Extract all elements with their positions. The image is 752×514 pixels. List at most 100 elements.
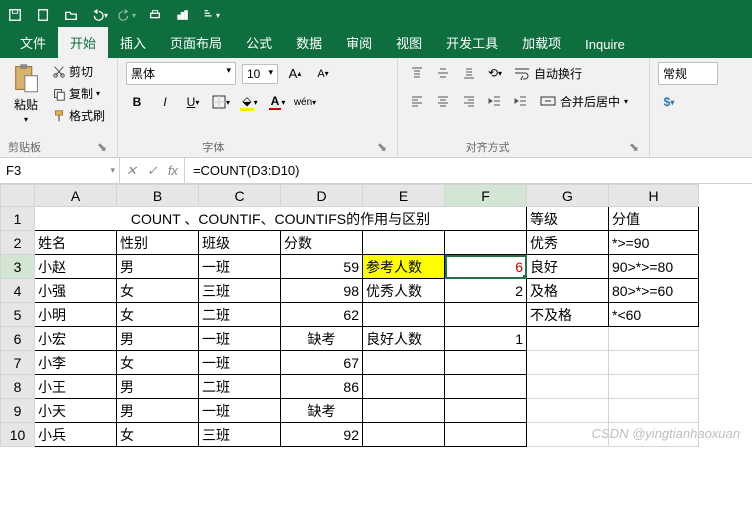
cell-C5[interactable]: 二班 bbox=[199, 303, 281, 327]
font-launcher-icon[interactable]: ⬊ bbox=[377, 140, 389, 152]
tab-insert[interactable]: 插入 bbox=[108, 27, 158, 58]
cell-F9[interactable] bbox=[445, 399, 527, 423]
worksheet-grid[interactable]: A B C D E F G H 1 COUNT 、COUNTIF、COUNTIF… bbox=[0, 184, 752, 447]
undo-icon[interactable]: ▾ bbox=[90, 6, 108, 24]
cell-A2[interactable]: 姓名 bbox=[35, 231, 117, 255]
format-painter-button[interactable]: 格式刷 bbox=[50, 106, 107, 125]
fx-icon[interactable]: fx bbox=[168, 163, 178, 178]
cell-D10[interactable]: 92 bbox=[281, 423, 363, 447]
decrease-indent-icon[interactable] bbox=[484, 90, 506, 112]
colhead-A[interactable]: A bbox=[35, 185, 117, 207]
cell-H10[interactable] bbox=[609, 423, 699, 447]
cell-C9[interactable]: 一班 bbox=[199, 399, 281, 423]
cell-D8[interactable]: 86 bbox=[281, 375, 363, 399]
cell-A4[interactable]: 小强 bbox=[35, 279, 117, 303]
cell-E8[interactable] bbox=[363, 375, 445, 399]
cell-F4[interactable]: 2 bbox=[445, 279, 527, 303]
rowhead-4[interactable]: 4 bbox=[1, 279, 35, 303]
align-right-icon[interactable] bbox=[458, 90, 480, 112]
cell-F7[interactable] bbox=[445, 351, 527, 375]
align-top-icon[interactable] bbox=[406, 62, 428, 84]
cell-H6[interactable] bbox=[609, 327, 699, 351]
cell-F2[interactable] bbox=[445, 231, 527, 255]
cell-C8[interactable]: 二班 bbox=[199, 375, 281, 399]
colhead-G[interactable]: G bbox=[527, 185, 609, 207]
bold-button[interactable]: B bbox=[126, 91, 148, 113]
cell-A6[interactable]: 小宏 bbox=[35, 327, 117, 351]
currency-icon[interactable]: $▾ bbox=[658, 91, 680, 113]
cell-H7[interactable] bbox=[609, 351, 699, 375]
cell-D5[interactable]: 62 bbox=[281, 303, 363, 327]
cell-E4[interactable]: 优秀人数 bbox=[363, 279, 445, 303]
cell-H9[interactable] bbox=[609, 399, 699, 423]
cell-G9[interactable] bbox=[527, 399, 609, 423]
cell-B4[interactable]: 女 bbox=[117, 279, 199, 303]
cell-G2[interactable]: 优秀 bbox=[527, 231, 609, 255]
cell-D7[interactable]: 67 bbox=[281, 351, 363, 375]
rowhead-1[interactable]: 1 bbox=[1, 207, 35, 231]
cell-B7[interactable]: 女 bbox=[117, 351, 199, 375]
font-color-button[interactable]: A▾ bbox=[266, 91, 288, 113]
clipboard-launcher-icon[interactable]: ⬊ bbox=[97, 140, 109, 152]
cell-G3[interactable]: 良好 bbox=[527, 255, 609, 279]
cell-E5[interactable] bbox=[363, 303, 445, 327]
cell-E3[interactable]: 参考人数 bbox=[363, 255, 445, 279]
cell-B2[interactable]: 性别 bbox=[117, 231, 199, 255]
cell-B10[interactable]: 女 bbox=[117, 423, 199, 447]
chart-icon[interactable] bbox=[174, 6, 192, 24]
cell-B8[interactable]: 男 bbox=[117, 375, 199, 399]
font-size-select[interactable]: 10 ▾ bbox=[242, 64, 278, 84]
cell-G8[interactable] bbox=[527, 375, 609, 399]
cell-C10[interactable]: 三班 bbox=[199, 423, 281, 447]
redo-icon[interactable]: ▾ bbox=[118, 6, 136, 24]
cell-G4[interactable]: 及格 bbox=[527, 279, 609, 303]
italic-button[interactable]: I bbox=[154, 91, 176, 113]
cell-F3[interactable]: 6 bbox=[445, 255, 527, 279]
cell-D4[interactable]: 98 bbox=[281, 279, 363, 303]
align-center-icon[interactable] bbox=[432, 90, 454, 112]
cell-A9[interactable]: 小天 bbox=[35, 399, 117, 423]
cell-A7[interactable]: 小李 bbox=[35, 351, 117, 375]
cell-C3[interactable]: 一班 bbox=[199, 255, 281, 279]
cell-C7[interactable]: 一班 bbox=[199, 351, 281, 375]
cell-C6[interactable]: 一班 bbox=[199, 327, 281, 351]
print-icon[interactable] bbox=[146, 6, 164, 24]
cell-B3[interactable]: 男 bbox=[117, 255, 199, 279]
cell-F6[interactable]: 1 bbox=[445, 327, 527, 351]
cell-H2[interactable]: *>=90 bbox=[609, 231, 699, 255]
underline-button[interactable]: U▾ bbox=[182, 91, 204, 113]
cell-A10[interactable]: 小兵 bbox=[35, 423, 117, 447]
tab-home[interactable]: 开始 bbox=[58, 27, 108, 58]
cell-E10[interactable] bbox=[363, 423, 445, 447]
fill-color-button[interactable]: ⬙▾ bbox=[238, 91, 260, 113]
orientation-icon[interactable]: ⟲▾ bbox=[484, 62, 506, 84]
colhead-D[interactable]: D bbox=[281, 185, 363, 207]
cell-E2[interactable] bbox=[363, 231, 445, 255]
increase-indent-icon[interactable] bbox=[510, 90, 532, 112]
accept-formula-icon[interactable]: ✓ bbox=[147, 163, 158, 179]
colhead-B[interactable]: B bbox=[117, 185, 199, 207]
rowhead-7[interactable]: 7 bbox=[1, 351, 35, 375]
borders-button[interactable]: ▾ bbox=[210, 91, 232, 113]
paste-button[interactable]: 粘贴 ▾ bbox=[8, 62, 44, 124]
font-name-select[interactable]: 黑体 ▾ bbox=[126, 62, 236, 85]
align-middle-icon[interactable] bbox=[432, 62, 454, 84]
tab-data[interactable]: 数据 bbox=[284, 27, 334, 58]
cell-H1[interactable]: 分值 bbox=[609, 207, 699, 231]
cell-B5[interactable]: 女 bbox=[117, 303, 199, 327]
tab-addins[interactable]: 加载项 bbox=[510, 27, 573, 58]
align-left-icon[interactable] bbox=[406, 90, 428, 112]
cell-H4[interactable]: 80>*>=60 bbox=[609, 279, 699, 303]
colhead-C[interactable]: C bbox=[199, 185, 281, 207]
number-format-select[interactable]: 常规 bbox=[658, 62, 718, 85]
rowhead-8[interactable]: 8 bbox=[1, 375, 35, 399]
rowhead-5[interactable]: 5 bbox=[1, 303, 35, 327]
cell-E9[interactable] bbox=[363, 399, 445, 423]
name-box[interactable]: ▾ bbox=[0, 158, 120, 183]
cell-G1[interactable]: 等级 bbox=[527, 207, 609, 231]
tab-file[interactable]: 文件 bbox=[8, 27, 58, 58]
copy-button[interactable]: 复制▾ bbox=[50, 84, 107, 103]
cell-E7[interactable] bbox=[363, 351, 445, 375]
colhead-H[interactable]: H bbox=[609, 185, 699, 207]
rowhead-6[interactable]: 6 bbox=[1, 327, 35, 351]
